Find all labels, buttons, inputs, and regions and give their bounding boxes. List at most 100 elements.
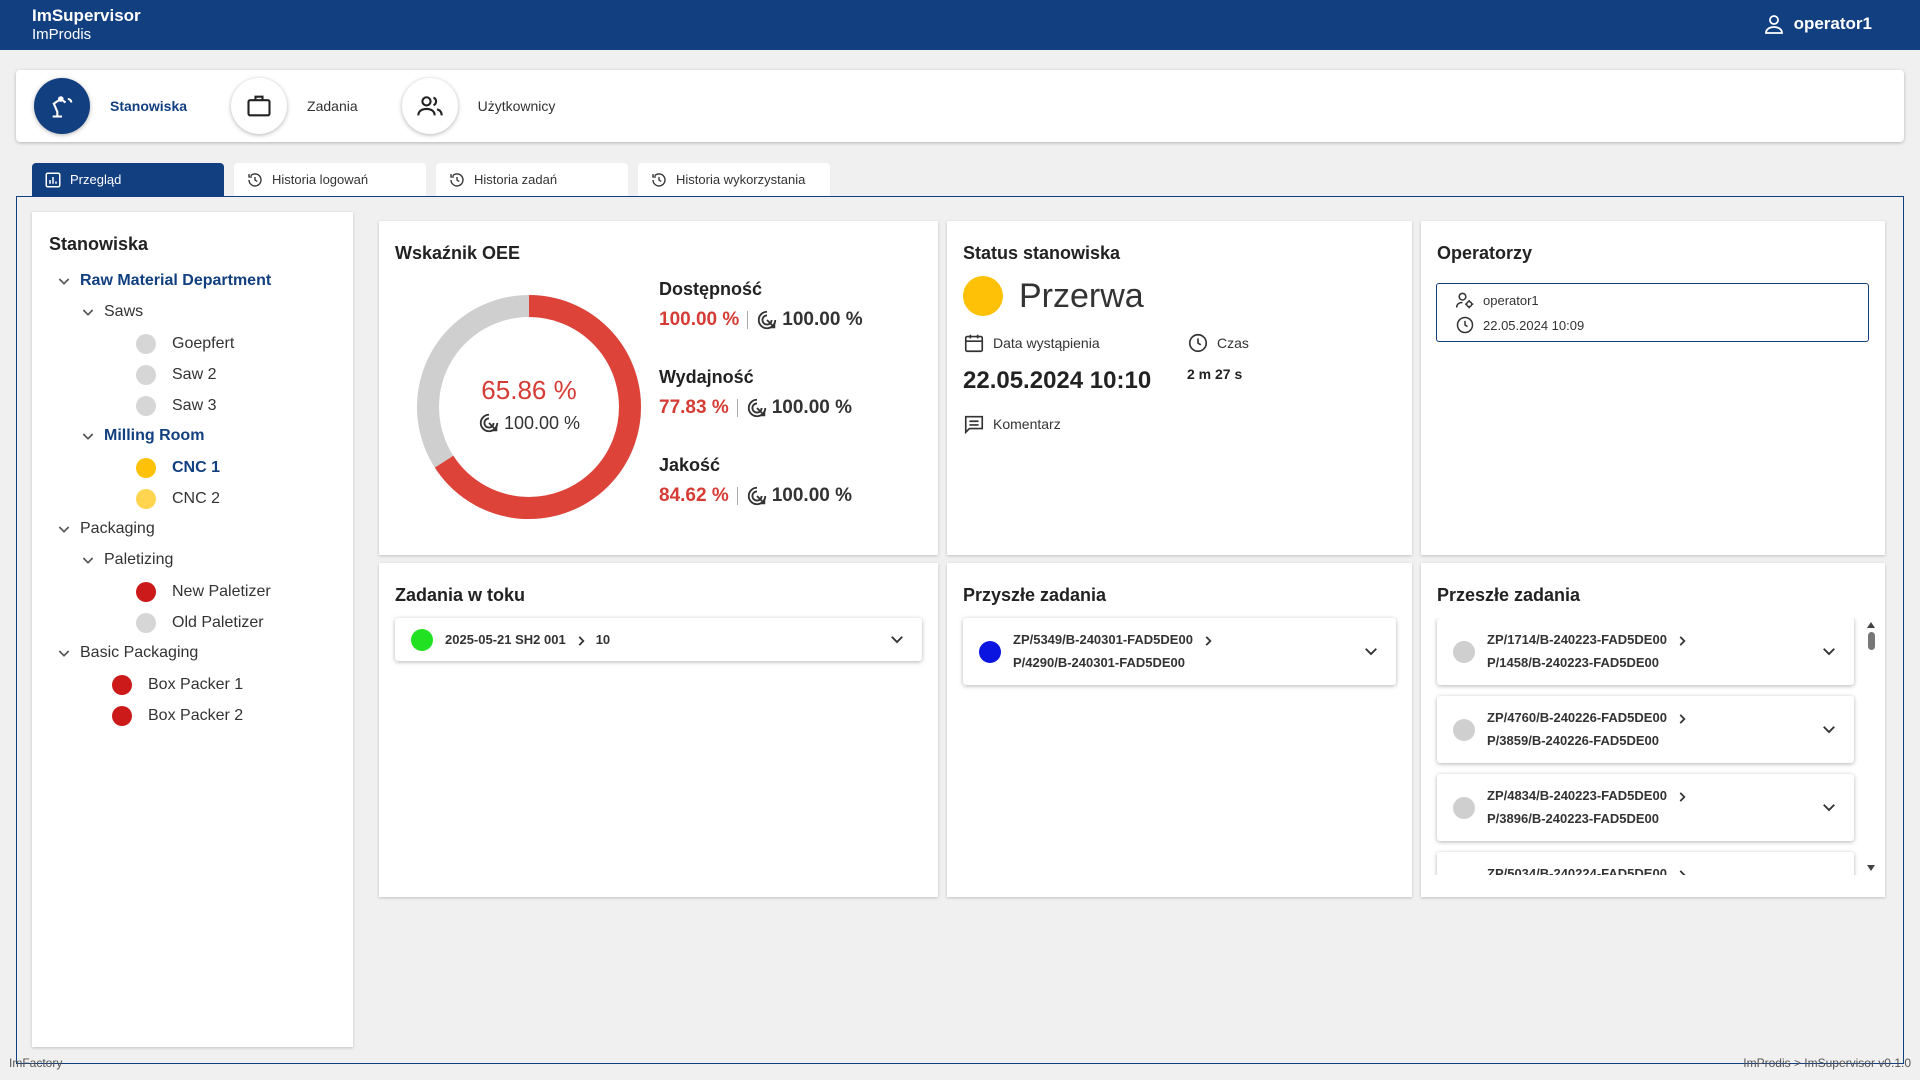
tree-group[interactable]: Paletizing [80, 551, 173, 569]
status-date: 22.05.2024 10:10 [963, 367, 1152, 394]
metric-value: 100.00 % [659, 309, 740, 330]
task-item[interactable]: ZP/4834/B-240223-FAD5DE00 P/3896/B-240223… [1437, 774, 1854, 841]
chevron-down-icon[interactable] [56, 645, 72, 661]
tree-leaf[interactable]: Saw 2 [136, 365, 216, 385]
chevron-down-icon[interactable] [56, 273, 72, 289]
chevron-down-icon[interactable] [80, 428, 96, 444]
task-text: ZP/5349/B-240301-FAD5DE00 P/4290/B-24030… [1013, 628, 1223, 674]
tree-group[interactable]: Milling Room [80, 427, 204, 445]
task-line1: ZP/4834/B-240223-FAD5DE00 [1487, 788, 1667, 803]
tree-group[interactable]: Raw Material Department [56, 272, 271, 290]
task-line1: ZP/4760/B-240226-FAD5DE00 [1487, 710, 1667, 725]
status-dot [112, 706, 132, 726]
oee-card: Wskaźnik OEE 65.86 % 100.00 % Dostępność… [379, 221, 938, 555]
tree-leaf[interactable]: Box Packer 1 [112, 675, 243, 695]
tab-label: Przegląd [70, 172, 122, 187]
tab-historia-wykorzystania[interactable]: Historia wykorzystania [638, 163, 830, 196]
calendar-icon [964, 334, 984, 353]
metric-target: 100.00 % [771, 485, 853, 506]
chevron-right-icon [578, 635, 585, 646]
task-text: ZP/5034/B-240224-FAD5DE00 [1487, 862, 1697, 875]
tree-leaf[interactable]: CNC 1 [136, 458, 220, 478]
module-nav: Stanowiska Zadania Użytkownicy [16, 70, 1904, 142]
oee-title: Wskaźnik OEE [395, 243, 521, 263]
tab-bar: Przegląd Historia logowań Historia zadań… [32, 163, 830, 196]
tree-leaf[interactable]: Box Packer 2 [112, 706, 243, 726]
task-line2: P/3859/B-240226-FAD5DE00 [1487, 733, 1659, 748]
tree-node-label: Saws [104, 303, 144, 320]
chart-icon [45, 172, 61, 187]
in-progress-title: Zadania w toku [395, 585, 526, 605]
chevron-down-icon[interactable] [80, 552, 96, 568]
tree-node-label: Saw 2 [172, 366, 217, 383]
metric-target: 100.00 % [771, 397, 853, 418]
scrollbar[interactable] [1864, 618, 1878, 875]
module-zadania[interactable]: Zadania [231, 78, 358, 134]
task-item[interactable]: ZP/4760/B-240226-FAD5DE00 P/3859/B-240226… [1437, 696, 1854, 763]
chevron-down-icon[interactable] [1820, 720, 1838, 738]
tree-node-label: New Paletizer [172, 583, 271, 600]
target-icon [758, 310, 777, 330]
task-status-dot [411, 629, 433, 651]
module-uzytkownicy[interactable]: Użytkownicy [401, 78, 555, 134]
metric-name: Dostępność [659, 279, 763, 299]
tree-leaf[interactable]: Saw 3 [136, 396, 216, 416]
task-status-dot [1453, 797, 1475, 819]
task-status-dot [979, 641, 1001, 663]
clock-icon [1188, 333, 1208, 353]
chevron-down-icon[interactable] [1820, 642, 1838, 660]
chevron-down-icon[interactable] [1820, 798, 1838, 816]
task-item[interactable]: ZP/5349/B-240301-FAD5DE00 P/4290/B-24030… [963, 618, 1396, 685]
past-tasks-list[interactable]: ZP/1714/B-240223-FAD5DE00 P/1458/B-240223… [1421, 618, 1861, 875]
tree-node-label: Box Packer 1 [148, 676, 244, 693]
task-line2: P/1458/B-240223-FAD5DE00 [1487, 655, 1659, 670]
target-icon [479, 413, 499, 433]
tree-node-label: Raw Material Department [80, 272, 272, 289]
metric-jakosc: Jakość 84.62 % 100.00 % [659, 455, 852, 507]
date-label: Data wystąpienia [993, 335, 1100, 351]
task-item[interactable]: ZP/5034/B-240224-FAD5DE00 [1437, 852, 1854, 875]
chevron-down-icon[interactable] [1362, 642, 1380, 660]
module-label: Stanowiska [110, 98, 188, 114]
tree-group[interactable]: Packaging [56, 520, 155, 538]
status-dot [112, 675, 132, 695]
tab-historia-zadan[interactable]: Historia zadań [436, 163, 628, 196]
status-card: Status stanowiska Przerwa Data wystąpien… [947, 221, 1412, 555]
tree-node-label: Packaging [80, 520, 155, 537]
tree-leaf[interactable]: Old Paletizer [136, 613, 264, 633]
tab-historia-logowan[interactable]: Historia logowań [234, 163, 426, 196]
metric-separator [736, 487, 738, 505]
chevron-right-icon [1679, 635, 1686, 646]
status-state: Przerwa [1019, 277, 1144, 315]
scroll-down-arrow[interactable] [1867, 865, 1875, 871]
operator-login-time: 22.05.2024 10:09 [1483, 317, 1585, 333]
user-menu[interactable]: operator1 [1762, 12, 1872, 36]
scroll-up-arrow[interactable] [1867, 622, 1875, 628]
tree-node-label: Basic Packaging [80, 644, 199, 661]
tree-leaf[interactable]: New Paletizer [136, 582, 271, 602]
chevron-down-icon[interactable] [56, 521, 72, 537]
metric-separator [736, 399, 738, 417]
user-settings-icon [1455, 292, 1474, 309]
scroll-thumb[interactable] [1868, 632, 1875, 650]
task-status-dot [1453, 719, 1475, 741]
tree-node-label: Saw 3 [172, 397, 217, 414]
tree-leaf[interactable]: Goepfert [136, 334, 234, 354]
chevron-down-icon[interactable] [80, 304, 96, 320]
task-line1: ZP/5349/B-240301-FAD5DE00 [1013, 632, 1193, 647]
task-item[interactable]: 2025-05-21 SH2 001 10 [395, 618, 922, 661]
operators-card: Operatorzy operator1 22.05.2024 10:09 [1421, 221, 1885, 555]
chevron-down-icon[interactable] [888, 630, 906, 648]
task-item[interactable]: ZP/1714/B-240223-FAD5DE00 P/1458/B-240223… [1437, 618, 1854, 685]
tree-title: Stanowiska [49, 234, 149, 254]
past-tasks-card: Przeszłe zadania ZP/1714/B-240223-FAD5DE… [1421, 563, 1885, 897]
metric-dostepnosc: Dostępność 100.00 % 100.00 % [659, 279, 863, 331]
tree-leaf[interactable]: CNC 2 [136, 489, 220, 509]
tab-przeglad[interactable]: Przegląd [32, 163, 224, 196]
tree-group[interactable]: Saws [80, 303, 143, 321]
tree-group[interactable]: Basic Packaging [56, 644, 198, 662]
operator-entry[interactable]: operator1 22.05.2024 10:09 [1436, 283, 1869, 342]
app-subtitle: ImProdis [32, 26, 92, 43]
module-stanowiska[interactable]: Stanowiska [34, 78, 187, 134]
comment-button[interactable]: Komentarz [963, 413, 1061, 435]
